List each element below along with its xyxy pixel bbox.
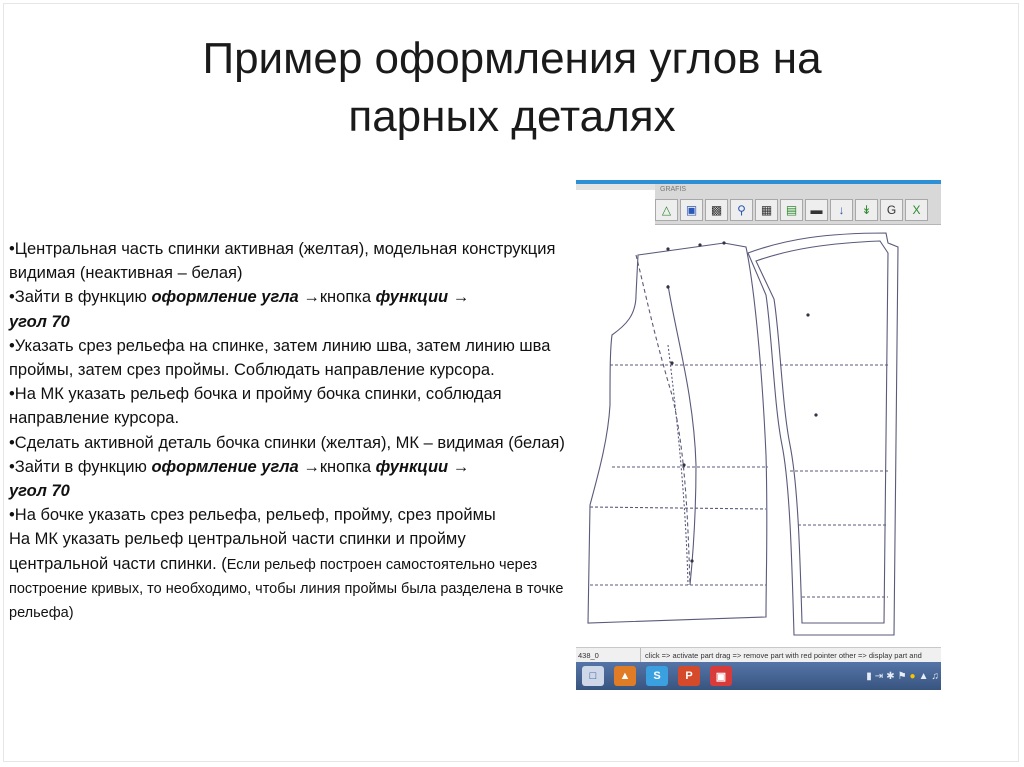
instruction-2-func: оформление угла — [151, 288, 299, 307]
folder-open-icon[interactable]: △ — [655, 199, 678, 221]
ruler-icon[interactable]: ▬ — [805, 199, 828, 221]
instruction-2-mid: →кнопка — [298, 288, 376, 307]
toolbar-buttons: △ ▣ ▩ ⚲ ▦ ▤ ▬ ↓ ↡ G X — [655, 199, 928, 223]
side-panel-inner — [755, 240, 889, 624]
toolbar: GRAFIS △ ▣ ▩ ⚲ ▦ ▤ ▬ ↓ ↡ G X — [655, 184, 941, 225]
title-line-1: Пример оформления углов на — [202, 34, 822, 83]
instructions-text: •Центральная часть спинки активная (желт… — [9, 237, 569, 624]
layers-icon[interactable]: ▤ — [780, 199, 803, 221]
side-panel-outer — [747, 232, 899, 636]
instruction-7: •На бочке указать срез рельефа, рельеф, … — [9, 506, 496, 525]
instruction-6: •Зайти в функцию оформление угла →кнопка… — [9, 455, 569, 503]
instruction-6-mid: →кнопка — [298, 457, 376, 476]
skype-icon[interactable]: S — [646, 666, 668, 686]
download-alt-icon[interactable]: ↡ — [855, 199, 878, 221]
instruction-6-pre: •Зайти в функцию — [9, 457, 152, 476]
save-icon[interactable]: ▣ — [680, 199, 703, 221]
pattern-points — [666, 241, 818, 563]
grafis-g-icon[interactable]: G — [880, 199, 903, 221]
flag-icon[interactable]: ⚑ — [898, 671, 907, 682]
title-line-2: парных деталях — [348, 92, 676, 141]
bluetooth-icon[interactable]: ✱ — [886, 671, 894, 682]
instruction-6-angle: угол 70 — [9, 482, 70, 501]
instruction-5: •Сделать активной деталь бочка спинки (ж… — [9, 433, 565, 452]
grid-icon[interactable]: ▦ — [755, 199, 778, 221]
print-icon[interactable]: ▩ — [705, 199, 728, 221]
system-tray: ▮ ⇥ ✱ ⚑ ● ▲ ♫ — [866, 662, 941, 690]
instruction-2: •Зайти в функцию оформление угла →кнопка… — [9, 285, 569, 333]
download-icon[interactable]: ↓ — [830, 199, 853, 221]
instruction-2-pre: •Зайти в функцию — [9, 288, 152, 307]
armhole-line — [635, 254, 691, 586]
status-id: 438_0 — [576, 648, 641, 663]
instruction-4: •На МК указать рельеф бочка и пройму боч… — [9, 385, 502, 428]
status-message: click => activate part drag => remove pa… — [645, 651, 922, 660]
powerpoint-icon[interactable]: P — [678, 666, 700, 686]
volume-icon[interactable]: ♫ — [932, 671, 940, 682]
clock-icon[interactable]: ● — [910, 671, 916, 682]
excel-icon[interactable]: X — [905, 199, 928, 221]
instruction-2-btn: функции — [375, 288, 449, 307]
instruction-8: На МК указать рельеф центральной части с… — [9, 527, 569, 624]
instruction-2-angle: угол 70 — [9, 312, 70, 331]
app-name: GRAFIS — [660, 186, 687, 193]
instruction-1: •Центральная часть спинки активная (желт… — [9, 240, 556, 283]
instruction-6-arrow: → — [448, 457, 470, 476]
pattern-canvas[interactable] — [576, 225, 941, 647]
instruction-6-btn: функции — [375, 457, 449, 476]
zoom-icon[interactable]: ⚲ — [730, 199, 753, 221]
instruction-3: •Указать срез рельефа на спинке, затем л… — [9, 336, 551, 380]
usb-icon[interactable]: ⇥ — [875, 671, 883, 682]
grafis-taskbar-icon[interactable]: ▣ — [710, 666, 732, 686]
hip-line-1 — [589, 506, 767, 510]
slide-title: Пример оформления углов на парных деталя… — [0, 30, 1024, 146]
instruction-6-func: оформление угла — [151, 457, 299, 476]
taskbar: □ ▲ S P ▣ ▮ ⇥ ✱ ⚑ ● ▲ ♫ — [576, 662, 941, 690]
software-screenshot: GRAFIS △ ▣ ▩ ⚲ ▦ ▤ ▬ ↓ ↡ G X 438_0 click… — [576, 180, 941, 690]
network-icon[interactable]: ▲ — [919, 671, 929, 682]
app-fox-icon[interactable]: ▲ — [614, 666, 636, 686]
explorer-icon[interactable]: □ — [582, 666, 604, 686]
status-bar: 438_0 click => activate part drag => remo… — [576, 647, 941, 663]
instruction-2-arrow: → — [448, 288, 470, 307]
battery-icon[interactable]: ▮ — [866, 671, 872, 682]
relief-line — [667, 284, 697, 586]
